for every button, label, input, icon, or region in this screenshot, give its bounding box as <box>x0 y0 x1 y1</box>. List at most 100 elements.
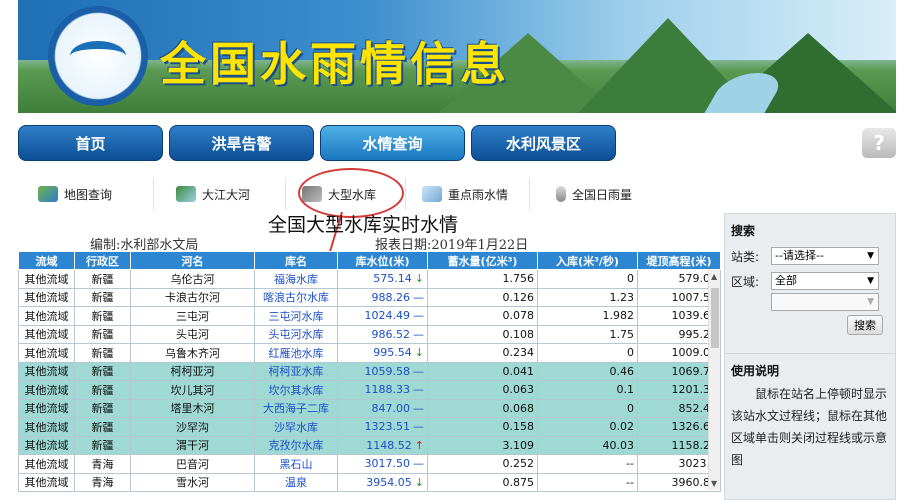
reservoir-link[interactable]: 喀浪古尔水库 <box>254 287 338 307</box>
cell-text: 1188.33 <box>364 383 411 397</box>
search-button[interactable]: 搜索 <box>847 315 883 335</box>
river-cell: 乌鲁木齐河 <box>130 343 255 363</box>
level-cell: 575.14 ↓ <box>337 269 428 289</box>
storage-cell: 0.078 <box>427 306 538 326</box>
usage-title: 使用说明 <box>731 364 780 378</box>
usage-panel: 使用说明 鼠标在站名上停顿时显示该站水文过程线；鼠标在其他区域单击则关闭过程线或… <box>724 353 896 500</box>
region-cell: 新疆 <box>74 398 131 418</box>
river-cell: 乌伦古河 <box>130 269 255 289</box>
reservoir-link[interactable]: 沙罕水库 <box>254 417 338 437</box>
scroll-up-icon[interactable]: ▲ <box>711 272 717 281</box>
river-cell: 雪水河 <box>130 472 255 492</box>
cell-text: 头屯河水库 <box>268 328 324 342</box>
col-water-level[interactable]: 库水位(米) <box>337 251 428 270</box>
col-river[interactable]: 河名 <box>130 251 255 270</box>
level-cell: 1024.49— <box>337 306 428 326</box>
storage-cell: 0.068 <box>427 398 538 418</box>
trend-flat-icon: — <box>413 290 424 304</box>
col-crest[interactable]: 堤顶高程(米) <box>637 251 721 270</box>
river-cell: 渭干河 <box>130 435 255 455</box>
cell-text: 1.756 <box>502 272 535 286</box>
cell-text: 新疆 <box>91 402 114 416</box>
table-row: 其他流域 青海 巴音河 黑石山 3017.50—0.252 -- 3023.6 <box>18 454 721 474</box>
col-region[interactable]: 行政区 <box>74 251 131 270</box>
river-cell: 柯柯亚河 <box>130 361 255 381</box>
rain-icon <box>422 186 442 202</box>
reservoir-link[interactable]: 红雁池水库 <box>254 343 338 363</box>
inflow-cell: 40.03 <box>537 435 638 455</box>
tab-major-rivers[interactable]: 大江大河 <box>176 178 286 210</box>
table-row: 其他流域 新疆 头屯河 头屯河水库 986.52—0.108 1.75 995.20 <box>18 324 721 344</box>
cell-text: 大西海子二库 <box>263 402 329 416</box>
reservoir-link[interactable]: 福海水库 <box>254 269 338 289</box>
level-cell: 3017.50— <box>337 454 428 474</box>
table-header-row: 流域 行政区 河名 库名 库水位(米) 蓄水量(亿米³) 入库(米³/秒) 堤顶… <box>18 251 721 270</box>
cell-text: 新疆 <box>91 346 114 360</box>
nav-scenic-area[interactable]: 水利风景区 <box>471 125 616 161</box>
nav-water-query[interactable]: 水情查询 <box>320 125 465 161</box>
cell-text: 0.234 <box>502 346 535 360</box>
table-scrollbar[interactable]: ▲ ▼ <box>708 270 720 490</box>
region-cell: 新疆 <box>74 417 131 437</box>
col-reservoir[interactable]: 库名 <box>254 251 338 270</box>
cell-text: 新疆 <box>91 365 114 379</box>
cell-text: 其他流域 <box>24 420 69 434</box>
scroll-down-icon[interactable]: ▼ <box>711 479 717 488</box>
cell-text: 青海 <box>91 457 114 471</box>
trend-down-icon: ↓ <box>414 475 424 489</box>
reservoir-link[interactable]: 大西海子二库 <box>254 398 338 418</box>
cell-text: 巴音河 <box>176 457 209 471</box>
region-select[interactable]: 全部 ▼ <box>771 272 879 290</box>
cell-text: 其他流域 <box>24 383 69 397</box>
table-row: 其他流域 新疆 卡浪古尔河 喀浪古尔水库 988.26—0.126 1.23 1007.50 <box>18 287 721 307</box>
cell-text: 988.26 <box>371 290 411 304</box>
reservoir-link[interactable]: 头屯河水库 <box>254 324 338 344</box>
nav-home[interactable]: 首页 <box>18 125 163 161</box>
region-cell: 新疆 <box>74 287 131 307</box>
tab-map-query[interactable]: 地图查询 <box>38 178 154 210</box>
reservoir-link[interactable]: 温泉 <box>254 472 338 492</box>
sub-region-select[interactable]: ▼ <box>771 293 879 311</box>
cell-text: 0 <box>627 272 634 286</box>
report-title: 全国大型水库实时水情 <box>268 214 459 236</box>
col-basin[interactable]: 流域 <box>18 251 75 270</box>
trend-flat-icon: — <box>413 401 424 415</box>
reservoir-link[interactable]: 克孜尔水库 <box>254 435 338 455</box>
cell-text: 坎尔其水库 <box>268 383 324 397</box>
cell-text: 喀浪古尔水库 <box>263 291 329 305</box>
cell-text: 其他流域 <box>24 346 69 360</box>
trend-down-icon: ↓ <box>414 272 424 286</box>
level-cell: 986.52— <box>337 324 428 344</box>
cell-text: 0.46 <box>609 364 635 378</box>
level-cell: 1323.51— <box>337 417 428 437</box>
reservoir-link[interactable]: 三屯河水库 <box>254 306 338 326</box>
reservoir-link[interactable]: 坎尔其水库 <box>254 380 338 400</box>
storage-cell: 3.109 <box>427 435 538 455</box>
storage-cell: 0.158 <box>427 417 538 437</box>
inflow-cell: 0.02 <box>537 417 638 437</box>
cell-text: 卡浪古尔河 <box>165 291 220 305</box>
cell-text: 3017.50 <box>364 457 411 471</box>
level-cell: 847.00— <box>337 398 428 418</box>
reservoir-link[interactable]: 柯柯亚水库 <box>254 361 338 381</box>
col-storage[interactable]: 蓄水量(亿米³) <box>427 251 538 270</box>
inflow-cell: 1.23 <box>537 287 638 307</box>
tab-daily-rainfall[interactable]: 全国日雨量 <box>556 178 684 210</box>
cell-text: 乌伦古河 <box>170 272 215 286</box>
tab-key-rain[interactable]: 重点雨水情 <box>422 178 530 210</box>
table-row: 其他流域 新疆 沙罕沟 沙罕水库 1323.51—0.158 0.02 1326.60 <box>18 417 721 437</box>
station-type-select[interactable]: --请选择-- ▼ <box>771 247 879 265</box>
region-cell: 新疆 <box>74 380 131 400</box>
scroll-thumb[interactable] <box>711 288 719 348</box>
reservoir-link[interactable]: 黑石山 <box>254 454 338 474</box>
cell-text: 其他流域 <box>24 328 69 342</box>
nav-flood-drought-alert[interactable]: 洪旱告警 <box>169 125 314 161</box>
cell-text: 新疆 <box>91 328 114 342</box>
trend-flat-icon: — <box>413 383 424 397</box>
cell-text: 1059.58 <box>364 364 411 378</box>
storage-cell: 0.875 <box>427 472 538 492</box>
cell-text: 其他流域 <box>24 291 69 305</box>
help-button[interactable]: ? <box>862 128 896 158</box>
col-inflow[interactable]: 入库(米³/秒) <box>537 251 638 270</box>
cell-text: 1.982 <box>602 309 635 323</box>
